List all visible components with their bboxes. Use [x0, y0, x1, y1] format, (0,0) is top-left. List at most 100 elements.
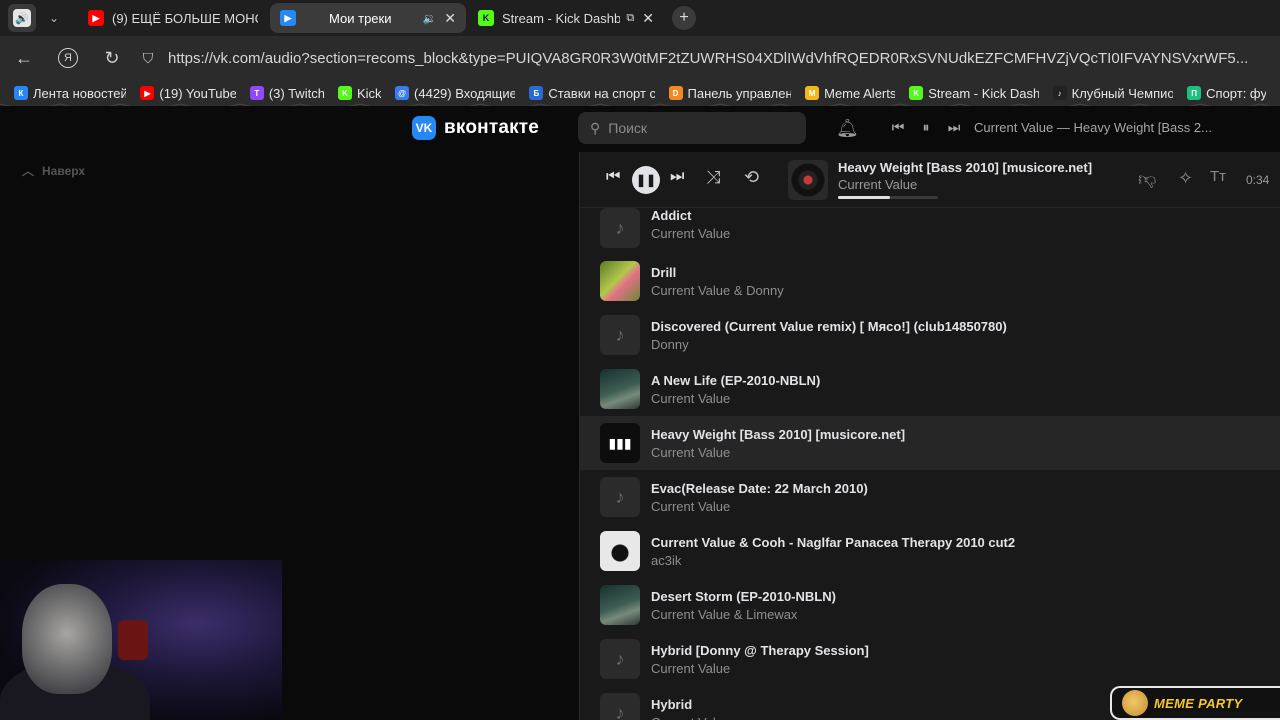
- track-cover[interactable]: [600, 261, 640, 301]
- dislike-icon[interactable]: 👎︎: [1138, 168, 1156, 190]
- tab-pip-icon[interactable]: ⧉: [626, 12, 634, 25]
- tab-audio-playing-icon[interactable]: 🔉: [423, 12, 437, 25]
- track-artist[interactable]: ac3ik: [651, 553, 1015, 568]
- track-row[interactable]: ♪ Evac(Release Date: 22 March 2010) Curren…: [580, 470, 1280, 524]
- track-title[interactable]: Evac(Release Date: 22 March 2010): [651, 481, 868, 496]
- track-title[interactable]: Drill: [651, 265, 784, 280]
- track-artist[interactable]: Current Value: [651, 661, 869, 676]
- browser-tab[interactable]: K Stream - Kick Dashbo ⧉ ✕: [468, 3, 664, 33]
- tab-title: (9) ЕЩЁ БОЛЬШЕ МОНСТ: [112, 10, 258, 26]
- bookmark-item[interactable]: @ (4429) Входящие: [395, 86, 515, 101]
- header-pause-icon[interactable]: ⏸︎: [912, 119, 940, 136]
- close-tab-icon[interactable]: ✕: [444, 10, 456, 27]
- close-tab-icon[interactable]: ✕: [642, 10, 654, 27]
- bookmark-item[interactable]: K Stream - Kick Dash: [909, 85, 1039, 101]
- browser-tab[interactable]: ▶ (9) ЕЩЁ БОЛЬШЕ МОНСТ: [78, 3, 268, 33]
- tabs-menu-chevron-icon[interactable]: ⌄: [40, 4, 68, 32]
- previous-track-icon[interactable]: ⏮︎: [606, 168, 620, 186]
- bookmark-item[interactable]: ♪ Клубный Чемпио: [1052, 86, 1173, 101]
- site-security-icon[interactable]: ⛉: [138, 50, 158, 67]
- search-box[interactable]: ⚲: [578, 112, 806, 144]
- header-next-icon[interactable]: ⏭︎: [940, 119, 968, 136]
- track-row[interactable]: ♪ Discovered (Current Value remix) [ Мясо…: [580, 308, 1280, 362]
- track-artist[interactable]: Current Value: [651, 499, 868, 514]
- track-title[interactable]: Discovered (Current Value remix) [ Мясо!…: [651, 319, 1007, 334]
- search-input[interactable]: [608, 120, 789, 136]
- mail-icon: @: [395, 86, 410, 100]
- track-artist[interactable]: Current Value: [651, 715, 730, 720]
- header-mini-player: ⏮︎ ⏸︎ ⏭︎ Current Value — Heavy Weight [B…: [884, 119, 1212, 136]
- now-playing-title[interactable]: Heavy Weight [Bass 2010] [musicore.net]: [838, 160, 1092, 175]
- track-row-playing[interactable]: ▮▮▮ Heavy Weight [Bass 2010] [musicore.ne…: [580, 416, 1280, 470]
- track-artist[interactable]: Current Value: [651, 445, 905, 460]
- music-note-icon[interactable]: ♪: [600, 639, 640, 679]
- next-track-icon[interactable]: ⏭︎: [670, 168, 684, 186]
- track-artist[interactable]: Current Value & Donny: [651, 283, 784, 298]
- track-artist[interactable]: Current Value: [651, 391, 820, 406]
- playing-equalizer-icon[interactable]: ▮▮▮: [600, 423, 640, 463]
- track-meta: Current Value & Cooh - Naglfar Panacea T…: [651, 535, 1015, 568]
- track-title[interactable]: Heavy Weight [Bass 2010] [musicore.net]: [651, 427, 905, 442]
- bookmark-item[interactable]: D Панель управлен: [668, 86, 791, 101]
- pause-button[interactable]: ❚❚: [632, 166, 660, 194]
- track-title[interactable]: A New Life (EP-2010-NBLN): [651, 373, 820, 388]
- bookmark-item[interactable]: Б Ставки на спорт с: [529, 86, 655, 101]
- track-row[interactable]: ♪ Hybrid [Donny @ Therapy Session] Current…: [580, 632, 1280, 686]
- lyrics-text-icon[interactable]: Tт: [1210, 168, 1226, 185]
- vk-logo[interactable]: VK вконтакте: [412, 116, 539, 140]
- reload-icon[interactable]: ↻: [98, 44, 126, 72]
- track-artist[interactable]: Donny: [651, 337, 1007, 352]
- track-row[interactable]: Current Value & Cooh - Naglfar Panacea T…: [580, 524, 1280, 578]
- bookmarks-bar: К Лента новостей ▶ (19) YouTube T (3) Twitch K…: [0, 80, 1280, 106]
- track-title[interactable]: Hybrid [Donny @ Therapy Session]: [651, 643, 869, 658]
- notifications-bell-icon[interactable]: 🔔︎: [836, 118, 859, 139]
- url-text[interactable]: https://vk.com/audio?section=recoms_bloc…: [168, 50, 1248, 67]
- track-title[interactable]: Desert Storm (EP-2010-NBLN): [651, 589, 836, 604]
- repeat-icon[interactable]: ⟲: [744, 167, 759, 188]
- track-row[interactable]: Desert Storm (EP-2010-NBLN) Current Value…: [580, 578, 1280, 632]
- music-note-icon[interactable]: ♪: [600, 477, 640, 517]
- track-artist[interactable]: Current Value & Limewax: [651, 607, 836, 622]
- track-row[interactable]: A New Life (EP-2010-NBLN) Current Value: [580, 362, 1280, 416]
- track-cover[interactable]: [600, 531, 640, 571]
- bookmark-label: Kick: [357, 85, 382, 101]
- back-to-top-button[interactable]: ︿ Наверх: [22, 162, 85, 179]
- bookmark-item[interactable]: Π Спорт: фу: [1187, 86, 1266, 101]
- bookmark-item[interactable]: M Meme Alerts: [805, 86, 895, 101]
- streamer-face: [22, 584, 112, 694]
- new-tab-button[interactable]: +: [672, 6, 696, 30]
- track-title[interactable]: Current Value & Cooh - Naglfar Panacea T…: [651, 535, 1015, 550]
- shuffle-icon[interactable]: ⤨: [706, 167, 720, 188]
- doge-icon: [1122, 690, 1148, 716]
- header-now-playing[interactable]: Current Value — Heavy Weight [Bass 2...: [974, 120, 1212, 135]
- browser-tab-active[interactable]: ▶ Мои треки 🔉 ✕: [270, 3, 466, 33]
- music-note-icon[interactable]: ♪: [600, 315, 640, 355]
- bookmark-item[interactable]: ▶ (19) YouTube: [140, 86, 236, 101]
- bookmark-label: Stream - Kick Dash: [928, 85, 1039, 101]
- track-title[interactable]: Hybrid: [651, 697, 730, 712]
- track-cover[interactable]: [600, 585, 640, 625]
- now-playing-artist[interactable]: Current Value: [838, 177, 917, 192]
- yandex-button[interactable]: Я: [54, 44, 82, 72]
- vk-logo-text: вконтакте: [444, 117, 540, 138]
- track-row[interactable]: ♪ Addict Current Value: [580, 208, 1280, 254]
- bookmark-item[interactable]: T (3) Twitch: [249, 85, 324, 101]
- recommendations-sparkle-icon[interactable]: ✧: [1178, 168, 1193, 189]
- tab-audio-button[interactable]: 🔊: [8, 4, 36, 32]
- track-title[interactable]: Addict: [651, 208, 730, 223]
- music-note-icon[interactable]: ♪: [600, 208, 640, 248]
- address-field[interactable]: ⛉ https://vk.com/audio?section=recoms_bl…: [138, 41, 1280, 75]
- tab-title: Мои треки: [329, 10, 392, 26]
- track-cover[interactable]: [600, 369, 640, 409]
- music-note-icon[interactable]: ♪: [600, 693, 640, 720]
- bookmark-item[interactable]: K Kick: [338, 86, 381, 101]
- progress-bar[interactable]: [838, 196, 938, 199]
- bookmark-label: (3) Twitch: [268, 85, 324, 101]
- back-arrow-icon[interactable]: ←: [10, 44, 38, 72]
- track-row[interactable]: Drill Current Value & Donny: [580, 254, 1280, 308]
- track-artist[interactable]: Current Value: [651, 226, 730, 241]
- bookmark-item[interactable]: К Лента новостей: [14, 86, 126, 101]
- header-prev-icon[interactable]: ⏮︎: [884, 119, 912, 136]
- kick-icon: K: [909, 86, 924, 100]
- track-meta: Addict Current Value: [651, 208, 730, 241]
